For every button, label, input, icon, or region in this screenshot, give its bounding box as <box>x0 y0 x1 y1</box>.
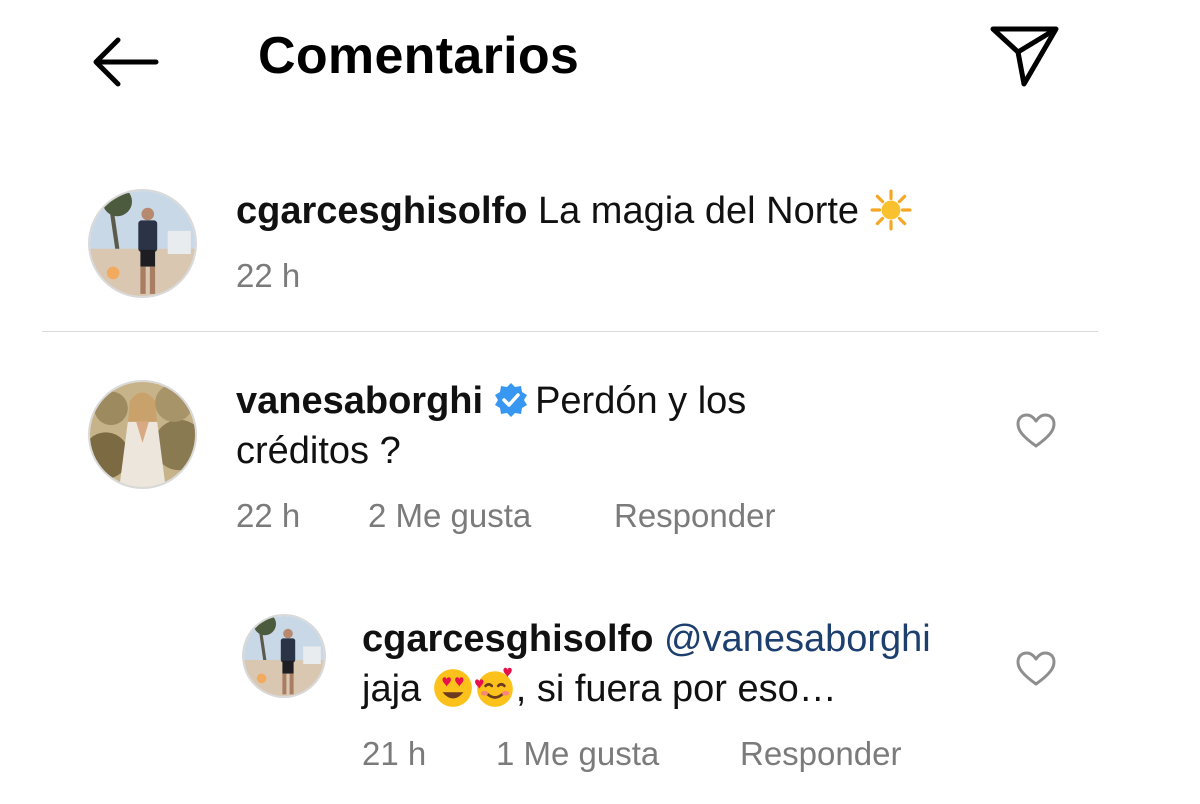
verified-badge-icon <box>495 383 528 417</box>
comment-time: 22 h <box>236 497 301 534</box>
comment-text: vanesaborghi Perdón y los créditos ? <box>236 376 746 476</box>
heart-eyes-emoji <box>433 669 472 707</box>
heart-outline-icon <box>1016 413 1056 448</box>
header: Comentarios <box>0 0 1200 120</box>
smiling-face-with-hearts-emoji <box>474 667 513 707</box>
caption-text: cgarcesghisolfo La magia del Norte <box>236 186 912 236</box>
back-button[interactable] <box>88 34 160 90</box>
like-button[interactable] <box>1016 412 1056 450</box>
reply-username[interactable]: cgarcesghisolfo <box>362 618 653 660</box>
caption-username[interactable]: cgarcesghisolfo <box>236 190 527 232</box>
page-title: Comentarios <box>258 27 580 85</box>
comment-username[interactable]: vanesaborghi <box>236 380 483 422</box>
divider <box>42 331 1098 332</box>
reply-button[interactable]: Responder <box>740 735 901 773</box>
reply-body-suffix: , si fuera por eso… <box>515 668 837 710</box>
share-button[interactable] <box>988 24 1062 90</box>
comment-body-line2: créditos ? <box>236 430 401 472</box>
reply-likes[interactable]: 1 Me gusta <box>496 735 659 773</box>
comments-screen: Comentarios cgarcesghisolfo La magia del… <box>0 0 1200 804</box>
avatar[interactable] <box>90 191 195 296</box>
reply-time: 21 h <box>362 735 427 772</box>
sun-emoji <box>870 189 912 231</box>
avatar[interactable] <box>90 382 195 487</box>
reply-body-prefix: jaja <box>362 668 422 710</box>
arrow-left-icon <box>93 37 159 87</box>
avatar[interactable] <box>244 616 324 696</box>
heart-outline-icon <box>1016 651 1056 686</box>
caption-body: La magia del Norte <box>537 190 860 232</box>
comment-body-line1: Perdón y los <box>535 380 747 422</box>
caption-time: 22 h <box>236 257 301 294</box>
reply-button[interactable]: Responder <box>614 497 775 535</box>
like-button[interactable] <box>1016 650 1056 688</box>
comment-likes[interactable]: 2 Me gusta <box>368 497 531 535</box>
paper-plane-icon <box>990 26 1059 87</box>
reply-text: cgarcesghisolfo @vanesaborghi jaja , si … <box>362 614 931 714</box>
reply-mention[interactable]: @vanesaborghi <box>664 618 931 660</box>
